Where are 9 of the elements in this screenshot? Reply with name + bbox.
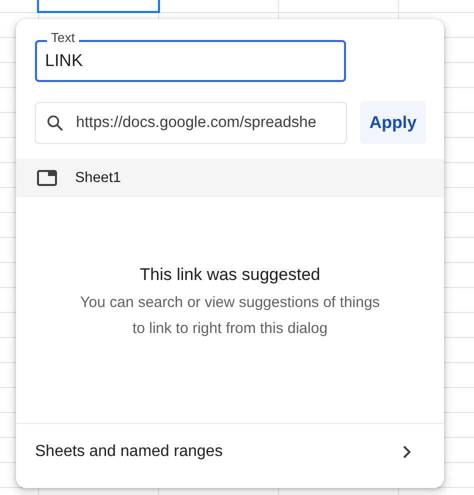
sheets-ranges-item[interactable]: Sheets and named ranges: [16, 424, 444, 480]
tab-icon: [37, 170, 57, 186]
empty-state-description: You can search or view suggestions of things to link to right from this dialog: [80, 293, 380, 339]
sheet-item[interactable]: Sheet1: [16, 159, 444, 197]
empty-state-title: This link was suggested: [140, 265, 320, 285]
url-field[interactable]: https://docs.google.com/spreadshe: [35, 102, 347, 144]
chevron-right-icon: [402, 445, 412, 459]
apply-button[interactable]: Apply: [360, 101, 426, 144]
selected-cell[interactable]: [37, 0, 160, 13]
